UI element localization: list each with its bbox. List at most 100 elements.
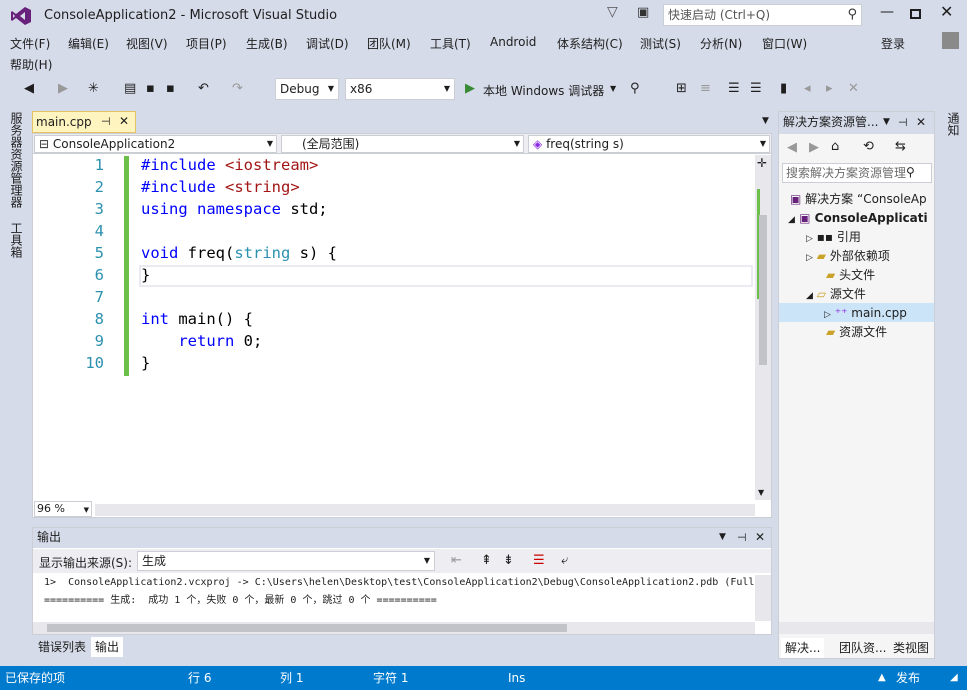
search-icon[interactable]: ⚲ [906,165,915,179]
menu-tools[interactable]: 工具(T) [430,35,471,52]
solution-config-icon[interactable]: ⊞ [676,81,687,97]
tab-error-list[interactable]: 错误列表 [34,637,90,657]
forward-icon[interactable]: ▶ [809,140,819,156]
document-tab-main-cpp[interactable]: main.cpp ⊣ ✕ [32,111,136,133]
find-message-icon[interactable]: ⇤ [451,553,462,569]
code-line[interactable]: } [141,354,150,372]
menu-build[interactable]: 生成(B) [246,35,288,52]
menu-help[interactable]: 帮助(H) [10,56,52,73]
search-icon[interactable]: ⚲ [847,5,857,25]
menu-debug[interactable]: 调试(D) [306,35,349,52]
prev-bookmark-icon[interactable]: ◂ [804,81,811,97]
code-area[interactable]: 1 #include <iostream> 2 #include <string> 3 u… [34,154,754,498]
menu-analyze[interactable]: 分析(N) [700,35,742,52]
expanded-arrow-icon[interactable]: ◢ [788,215,795,225]
next-bookmark-icon[interactable]: ▸ [826,81,833,97]
collapsed-arrow-icon[interactable]: ▷ [806,234,813,244]
indent-icon[interactable]: ≡ [700,81,711,97]
uncomment-icon[interactable]: ☰ [750,81,762,97]
tab-team-explorer[interactable]: 团队资... [835,638,890,658]
word-wrap-icon[interactable]: ⤶ [561,553,568,569]
undo-icon[interactable]: ↶ [198,81,209,97]
menu-edit[interactable]: 编辑(E) [68,35,109,52]
menu-project[interactable]: 项目(P) [186,35,227,52]
member-nav-select[interactable]: ◈ freq(string s) ▼ [528,135,770,153]
menu-team[interactable]: 团队(M) [367,35,411,52]
close-button[interactable]: ✕ [940,2,953,21]
editor-horizontal-scrollbar[interactable] [95,504,755,516]
tree-item-header-files[interactable]: ▰ 头文件 [826,266,875,284]
sign-in-link[interactable]: 登录 [881,35,905,52]
tree-item-source-files[interactable]: ◢ ▱ 源文件 [806,285,866,305]
open-file-icon[interactable]: ▤ [124,81,136,97]
history-icon[interactable]: ⟲ [863,139,874,155]
pin-icon[interactable]: ⊣ [737,528,747,547]
feedback-icon[interactable]: ▣ [637,5,649,20]
menu-architecture[interactable]: 体系结构(C) [557,35,623,52]
zoom-select[interactable]: 96 % ▼ [34,501,92,517]
publish-icon[interactable]: ▲ [878,666,886,690]
split-icon[interactable]: ✛ [757,156,767,170]
back-icon[interactable]: ◀ [787,140,797,156]
collapsed-arrow-icon[interactable]: ▷ [806,253,813,263]
menu-test[interactable]: 测试(S) [640,35,681,52]
tree-item-main-cpp[interactable]: ▷ ⁺⁺ main.cpp [824,304,907,324]
output-source-select[interactable]: 生成 ▼ [137,551,435,571]
notifications-tab[interactable]: 通知 [945,112,962,136]
pin-icon[interactable]: ⊣ [101,115,111,128]
menu-file[interactable]: 文件(F) [10,35,50,52]
menu-view[interactable]: 视图(V) [126,35,168,52]
clear-all-icon[interactable]: ☰ [533,553,545,569]
code-line[interactable]: #include <string> [141,178,300,196]
pin-icon[interactable]: ⊣ [898,112,908,133]
code-line[interactable]: int main() { [141,310,253,328]
tree-item-solution[interactable]: ▣ 解决方案 “ConsoleAp [790,190,927,208]
tree-item-resource-files[interactable]: ▰ 资源文件 [826,323,887,341]
code-line[interactable]: return 0; [141,332,262,350]
sync-icon[interactable]: ⇆ [895,139,906,155]
output-vertical-scrollbar[interactable] [755,575,771,621]
tree-item-external-deps[interactable]: ▷ ▰ 外部依赖项 [806,247,890,267]
expanded-arrow-icon[interactable]: ◢ [806,291,813,301]
close-icon[interactable]: ✕ [755,528,765,547]
menu-window[interactable]: 窗口(W) [762,35,807,52]
comment-icon[interactable]: ☰ [728,81,740,97]
scroll-thumb[interactable] [759,215,767,365]
save-all-icon[interactable]: ▪ [166,81,175,97]
account-avatar-icon[interactable] [942,32,959,49]
server-explorer-tab[interactable]: 服务器资源管理器 [8,112,25,208]
new-project-icon[interactable]: ✳ [88,81,99,97]
close-icon[interactable]: ✕ [916,112,926,133]
tree-item-project[interactable]: ◢ ▣ ConsoleApplicati [788,209,928,229]
tab-class-view[interactable]: 类视图 [889,638,933,658]
solution-horizontal-scrollbar[interactable] [779,622,934,634]
toolbox-tab[interactable]: 工具箱 [8,222,25,258]
code-line[interactable]: void freq(string s) { [141,244,337,262]
window-menu-icon[interactable]: ▼ [719,528,726,547]
find-icon[interactable]: ⚲ [630,81,640,97]
maximize-button[interactable] [910,9,921,19]
scope-nav-select[interactable]: (全局范围) ▼ [281,135,524,153]
editor-vertical-scrollbar[interactable]: ▼ [755,155,771,500]
code-line[interactable]: using namespace std; [141,200,328,218]
output-horizontal-scrollbar[interactable] [33,622,755,634]
navigate-forward-icon[interactable]: ▶ [58,81,68,97]
navigate-back-icon[interactable]: ◀ [24,81,34,97]
scroll-down-icon[interactable]: ▼ [758,488,764,497]
minimize-button[interactable]: — [880,4,894,20]
filter-icon[interactable]: ▽ [607,4,618,20]
start-debug-icon[interactable]: ▶ [465,81,475,97]
tab-output[interactable]: 输出 [91,637,124,657]
close-tab-icon[interactable]: ✕ [119,114,129,128]
project-nav-select[interactable]: ⊟ ConsoleApplication2 ▼ [34,135,277,153]
window-menu-icon[interactable]: ▼ [883,112,890,133]
tree-item-references[interactable]: ▷ ▪▪ 引用 [806,228,861,248]
bookmark-icon[interactable]: ▮ [780,81,787,97]
quick-launch-input[interactable]: 快速启动 (Ctrl+Q) ⚲ [663,4,862,26]
code-line[interactable]: #include <iostream> [141,156,318,174]
solution-config-select[interactable]: Debug ▼ [275,78,339,100]
save-icon[interactable]: ▪ [146,81,155,97]
publish-button[interactable]: 发布 [896,666,920,690]
collapsed-arrow-icon[interactable]: ▷ [824,310,831,320]
clear-bookmarks-icon[interactable]: ✕ [848,81,859,97]
